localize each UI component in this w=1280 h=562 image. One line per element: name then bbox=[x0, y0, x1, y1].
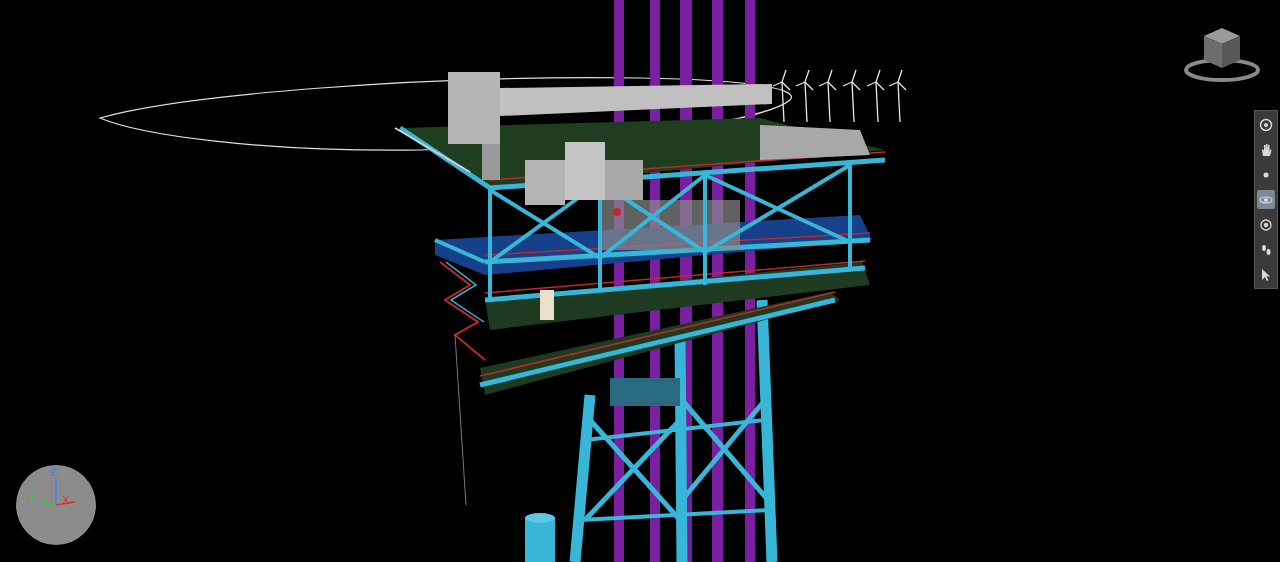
svg-text:Z: Z bbox=[50, 466, 57, 478]
view-cube[interactable] bbox=[1182, 22, 1262, 88]
look-icon bbox=[1259, 218, 1273, 232]
equipment-modules bbox=[525, 125, 870, 216]
axis-gizmo: Z Y X bbox=[15, 464, 97, 546]
viewport[interactable]: Z Y X bbox=[0, 0, 1280, 562]
select-pointer-icon bbox=[1259, 268, 1273, 282]
pan-hand-icon bbox=[1259, 143, 1273, 157]
navigation-bar bbox=[1254, 110, 1278, 289]
wind-turbines bbox=[773, 70, 906, 122]
steering-wheel-icon bbox=[1259, 118, 1273, 132]
tool-button[interactable] bbox=[1257, 215, 1275, 234]
zoom-icon bbox=[1259, 168, 1273, 182]
axis: Z bbox=[50, 466, 57, 505]
svg-text:X: X bbox=[62, 494, 70, 506]
tool-button[interactable] bbox=[1257, 165, 1275, 184]
tool-button[interactable] bbox=[1257, 115, 1275, 134]
orbit-icon bbox=[1259, 193, 1273, 207]
caisson bbox=[525, 513, 555, 562]
svg-text:Y: Y bbox=[28, 492, 36, 504]
axis: Y bbox=[28, 492, 56, 505]
walk-feet-icon bbox=[1259, 243, 1273, 257]
tool-button[interactable] bbox=[1257, 140, 1275, 159]
stairs bbox=[440, 262, 485, 505]
axis: X bbox=[56, 494, 75, 506]
tool-button[interactable] bbox=[1257, 190, 1275, 209]
tool-button[interactable] bbox=[1257, 265, 1275, 284]
tool-button[interactable] bbox=[1257, 240, 1275, 259]
platform-model[interactable] bbox=[0, 0, 1280, 562]
crane bbox=[448, 72, 772, 180]
